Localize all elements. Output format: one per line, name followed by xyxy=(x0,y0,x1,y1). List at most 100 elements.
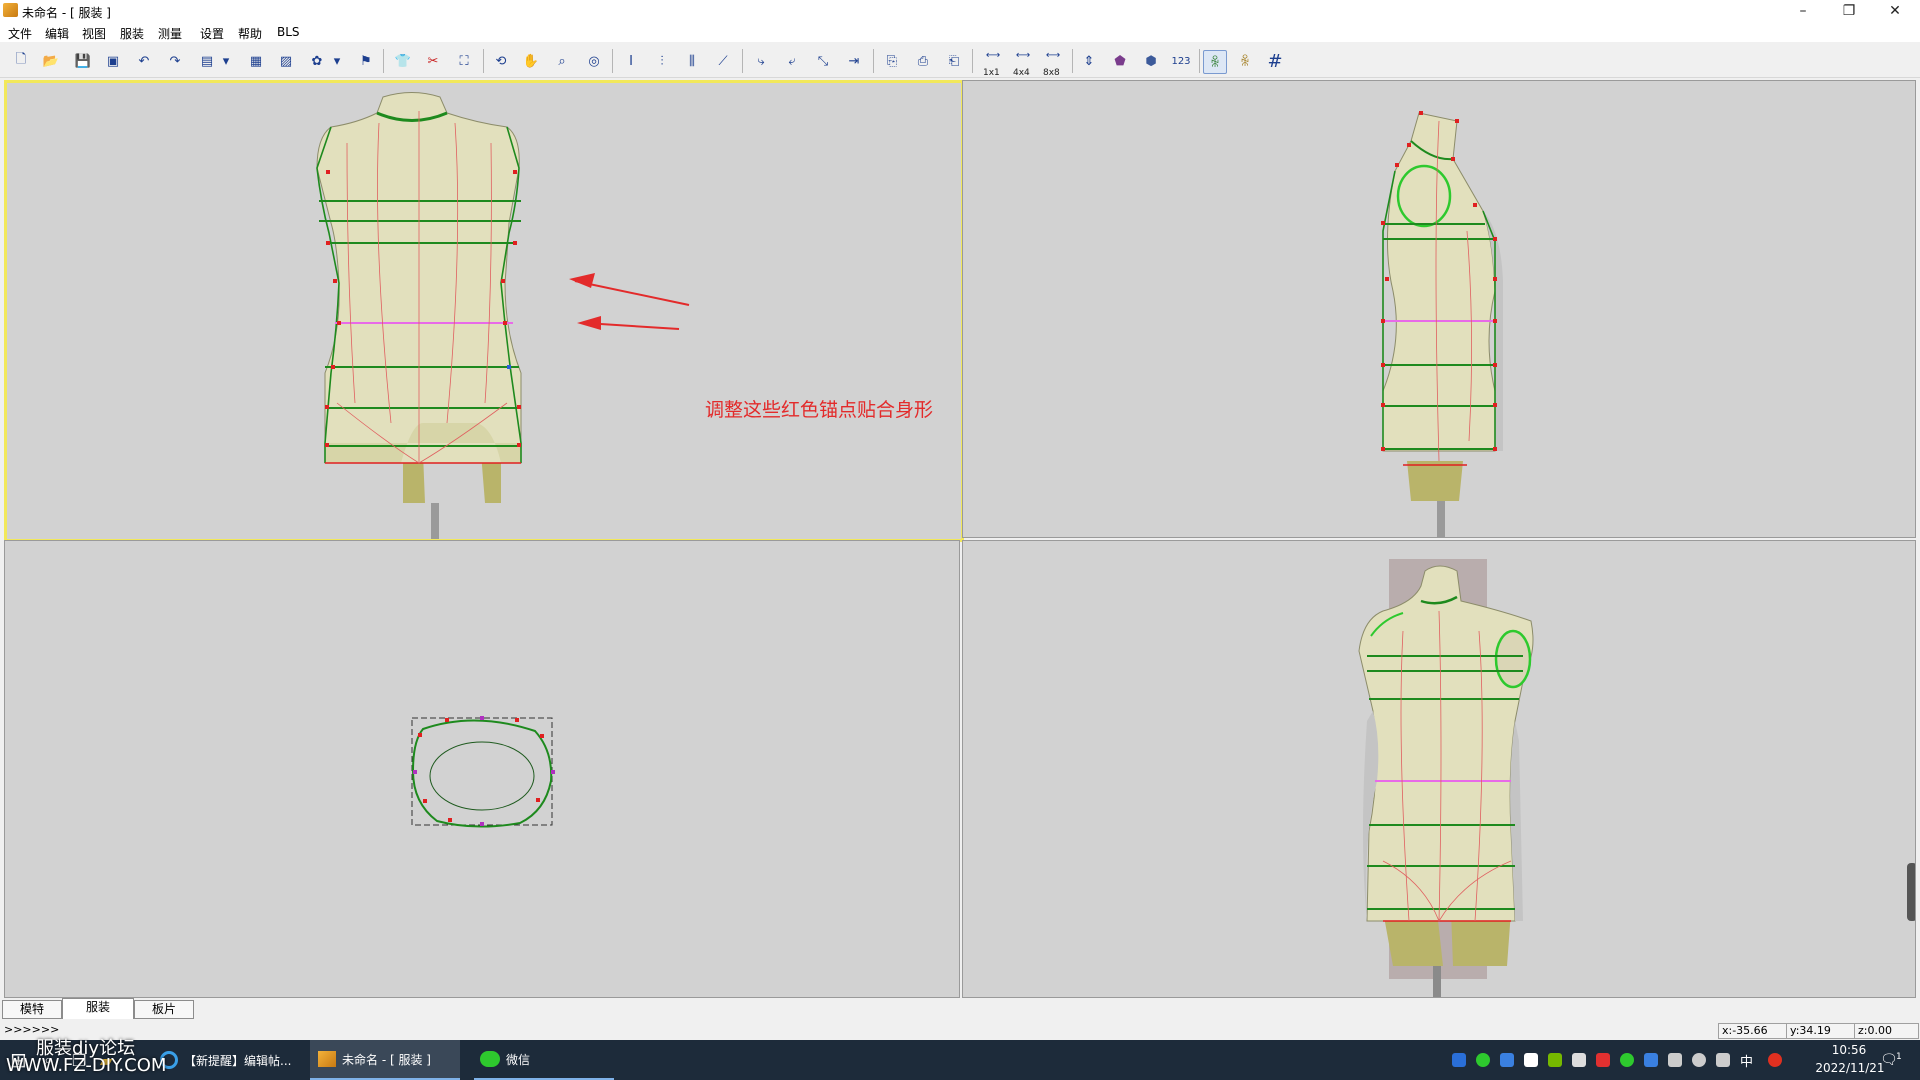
front-mannequin-drawing xyxy=(316,92,690,539)
menu-garment[interactable]: 服装 xyxy=(120,25,144,42)
body-height-icon[interactable]: ⇕ xyxy=(1078,50,1100,72)
taskbar: ⊞ ⌕ ❐ ▰ 【新提醒】编辑帖... 未命名 - [ 服装 ] 微信 中 10… xyxy=(0,1040,1920,1080)
size-4x4-label: 4x4 xyxy=(1013,68,1030,78)
size-1x1-icon[interactable]: ⟷ 1x1 xyxy=(980,50,1006,78)
undo-icon[interactable]: ↶ xyxy=(133,50,155,72)
toolbar-separator xyxy=(1072,49,1073,73)
size-8x8-icon[interactable]: ⟷ 8x8 xyxy=(1040,50,1066,78)
minimize-button[interactable]: – xyxy=(1780,0,1826,22)
dropdown2-icon[interactable]: ▾ xyxy=(331,50,343,72)
menu-file[interactable]: 文件 xyxy=(8,25,32,42)
tray-security-icon[interactable] xyxy=(1452,1053,1466,1067)
save-as-icon[interactable]: ▣ xyxy=(102,50,124,72)
save-pattern-icon[interactable]: ⎙ xyxy=(912,50,934,72)
menu-measure[interactable]: 测量 xyxy=(158,25,182,42)
perspective-mannequin-drawing xyxy=(1358,559,1534,997)
body-back-icon[interactable]: ꆜ xyxy=(1234,50,1256,72)
ime-indicator[interactable]: 中 xyxy=(1740,1040,1753,1080)
taskbar-item-wechat[interactable]: 微信 xyxy=(474,1040,614,1080)
tab-model[interactable]: 模特 xyxy=(2,1000,62,1019)
menu-settings[interactable]: 设置 xyxy=(200,25,224,42)
menu-bls[interactable]: BLS xyxy=(277,25,300,39)
z-coordinate: z:0.00 xyxy=(1854,1023,1919,1039)
menu-view[interactable]: 视图 xyxy=(82,25,106,42)
toolbar-separator xyxy=(1199,49,1200,73)
app-taskbar-icon xyxy=(318,1051,336,1067)
tray-wechat-icon[interactable] xyxy=(1476,1053,1490,1067)
tray-app2-icon[interactable] xyxy=(1620,1053,1634,1067)
tray-sogou-icon[interactable] xyxy=(1768,1053,1782,1067)
curve-icon[interactable]: ⤷ xyxy=(750,50,772,72)
layout-icon[interactable]: ▦ xyxy=(245,50,267,72)
cut-shirt-icon[interactable]: ✂ xyxy=(422,50,444,72)
viewport-scroll-handle[interactable] xyxy=(1907,863,1915,921)
perspective-viewport[interactable] xyxy=(962,540,1916,998)
toolbar-separator xyxy=(873,49,874,73)
dropdown-icon[interactable]: ▾ xyxy=(220,50,232,72)
side-view-viewport[interactable] xyxy=(962,80,1916,538)
maximize-button[interactable]: ❐ xyxy=(1826,0,1872,22)
flag-icon[interactable]: ⚑ xyxy=(355,50,377,72)
notification-count: 1 xyxy=(1896,1052,1902,1062)
export-icon[interactable]: ⎗ xyxy=(943,50,965,72)
load-icon[interactable]: ⎘ xyxy=(881,50,903,72)
taskbar-item-app[interactable]: 未命名 - [ 服装 ] xyxy=(310,1040,460,1080)
import-icon[interactable]: ▤ xyxy=(196,50,218,72)
annotation-text: 调整这些红色锚点贴合身形 xyxy=(705,399,934,421)
ruler-v-icon[interactable]: Ⅰ xyxy=(620,50,642,72)
chart-icon[interactable]: ▨ xyxy=(275,50,297,72)
open-folder-icon[interactable]: 📂 xyxy=(40,50,62,72)
bluetooth-icon[interactable] xyxy=(1644,1053,1658,1067)
app-icon xyxy=(3,3,18,17)
tray-nvidia-icon[interactable] xyxy=(1548,1053,1562,1067)
taskbar-item-label: 微信 xyxy=(506,1052,531,1067)
rotate-icon[interactable]: ⟲ xyxy=(490,50,512,72)
orbit-icon[interactable]: ◎ xyxy=(583,50,605,72)
menu-bar: 文件 编辑 视图 服装 测量 设置 帮助 BLS xyxy=(0,22,1920,42)
fit-icon[interactable]: ⛶ xyxy=(453,50,475,72)
zoom-icon[interactable]: ⌕ xyxy=(551,50,573,72)
scale-icon[interactable]: ⤡ xyxy=(812,50,834,72)
number-icon[interactable]: 123 xyxy=(1170,50,1192,72)
taskbar-item-browser[interactable]: 【新提醒】编辑帖... xyxy=(160,1040,300,1080)
grid-icon[interactable]: # xyxy=(1264,50,1286,72)
toolbar: 🗋 📂 💾 ▣ ↶ ↷ ▤ ▾ ▦ ▨ ✿ ▾ ⚑ 👕 ✂ ⛶ ⟲ ✋ ⌕ ◎ … xyxy=(0,43,1920,78)
size-1x1-label: 1x1 xyxy=(983,68,1000,78)
curve2-icon[interactable]: ⤶ xyxy=(781,50,803,72)
body-front-icon[interactable]: ꆜ xyxy=(1203,50,1227,74)
volume-icon[interactable] xyxy=(1716,1053,1730,1067)
toolbar-separator xyxy=(483,49,484,73)
tab-garment[interactable]: 服装 xyxy=(62,998,134,1019)
wifi-icon[interactable] xyxy=(1692,1053,1706,1067)
top-cross-section-drawing xyxy=(411,716,555,828)
tray-app3-icon[interactable] xyxy=(1668,1053,1682,1067)
size-4x4-icon[interactable]: ⟷ 4x4 xyxy=(1010,50,1036,78)
ruler-v2-icon[interactable]: ⫶ xyxy=(651,50,673,72)
dress-icon[interactable]: ⬢ xyxy=(1140,50,1162,72)
menu-help[interactable]: 帮助 xyxy=(238,25,262,42)
flower-icon[interactable]: ✿ xyxy=(306,50,328,72)
redo-icon[interactable]: ↷ xyxy=(164,50,186,72)
new-file-icon[interactable]: 🗋 xyxy=(10,50,32,72)
tray-app-icon[interactable] xyxy=(1572,1053,1586,1067)
toolbar-separator xyxy=(742,49,743,73)
tab-pattern[interactable]: 板片 xyxy=(134,1000,194,1019)
front-view-viewport[interactable]: 调整这些红色锚点贴合身形 xyxy=(4,80,964,542)
status-bar: >>>>>> x:-35.66 y:34.19 z:0.00 xyxy=(0,1022,1920,1039)
shirt-icon[interactable]: 👕 xyxy=(392,50,414,72)
tray-shield-icon[interactable] xyxy=(1500,1053,1514,1067)
pan-icon[interactable]: ✋ xyxy=(520,50,542,72)
measure-tape-icon[interactable]: ⟋ xyxy=(712,50,734,72)
close-button[interactable]: ✕ xyxy=(1872,0,1918,22)
top-icon[interactable]: ⬟ xyxy=(1109,50,1131,72)
x-coordinate: x:-35.66 xyxy=(1718,1023,1787,1039)
toolbar-separator xyxy=(383,49,384,73)
ruler-grid-icon[interactable]: ⫼ xyxy=(681,50,703,72)
tray-volume-mute-icon[interactable] xyxy=(1596,1053,1610,1067)
tray-network-icon[interactable] xyxy=(1524,1053,1538,1067)
menu-edit[interactable]: 编辑 xyxy=(45,25,69,42)
clock-time[interactable]: 10:56 xyxy=(1814,1043,1884,1057)
align-icon[interactable]: ⇥ xyxy=(843,50,865,72)
save-icon[interactable]: 💾 xyxy=(72,50,94,72)
top-view-viewport[interactable] xyxy=(4,540,960,998)
